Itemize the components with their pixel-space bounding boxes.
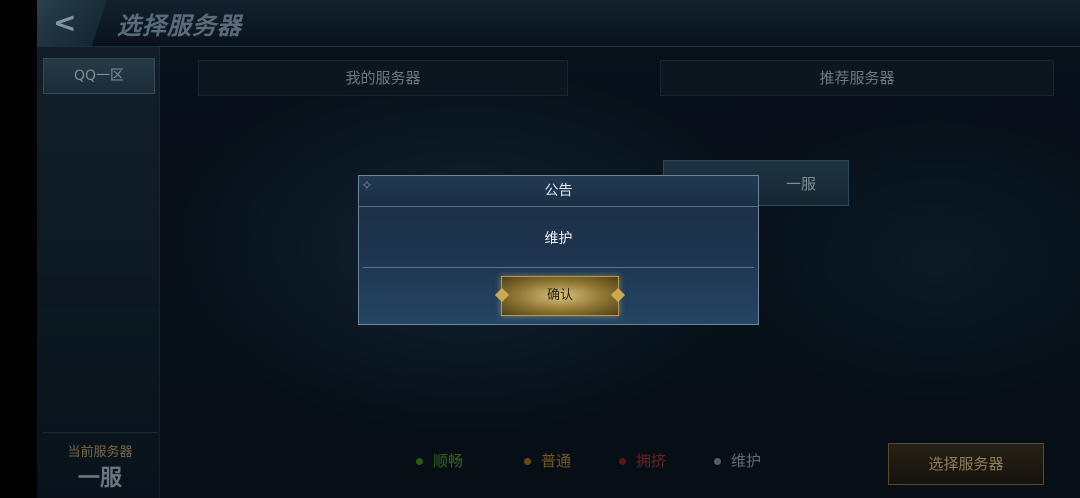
dialog-divider (363, 267, 754, 268)
dialog-titlebar: ✧ 公告 (359, 176, 758, 207)
left-letterbox (0, 0, 37, 498)
dialog-message: 维护 (544, 231, 573, 247)
announcement-dialog: ✧ 公告 维护 确认 (358, 175, 759, 325)
server-select-screen: < 选择服务器 QQ一区 当前服务器 一服 我的服务器 推荐服务器 一服 顺畅 … (37, 0, 1080, 498)
dialog-title: 公告 (544, 183, 573, 199)
confirm-button[interactable]: 确认 (501, 276, 619, 316)
